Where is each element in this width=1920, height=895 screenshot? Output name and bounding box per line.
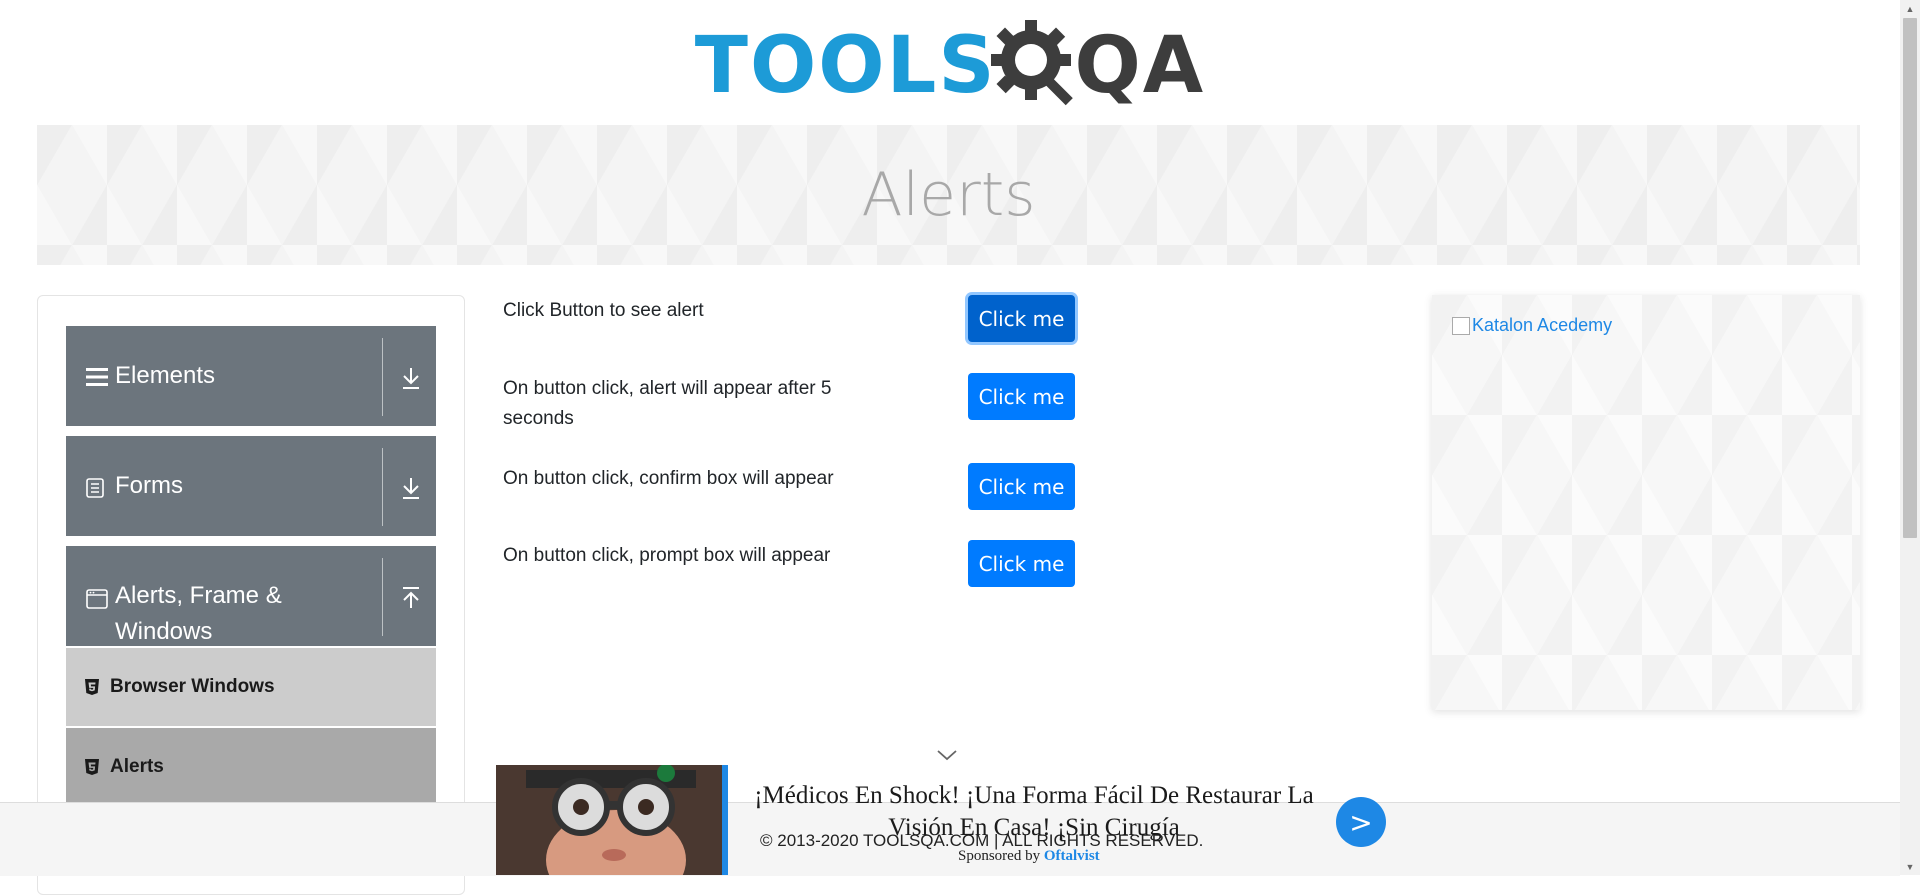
prompt-row: On button click, prompt box will appear [503,541,883,571]
download-arrow-icon[interactable] [397,364,425,392]
alert-description: On button click, confirm box will appear [503,468,834,489]
divider [382,448,383,526]
sidebar-item-label: Alerts [110,756,164,777]
logo-qa-text: QA [1074,20,1206,111]
html5-icon [85,679,99,695]
hamburger-icon [86,368,108,386]
divider [382,338,383,416]
scroll-down-arrow-icon[interactable]: ▼ [1900,858,1920,875]
header: TOOLS QA [0,0,1900,125]
sponsored-by-label: Sponsored by [958,848,1041,864]
alert-description: On button click, prompt box will appear [503,545,831,566]
window-icon [86,589,108,609]
alert-description: On button click, alert will appear after… [503,378,832,429]
timer-alert-button[interactable]: Click me [968,373,1075,420]
sponsor-headline[interactable]: ¡Médicos En Shock! ¡Una Forma Fácil De R… [744,780,1324,844]
sidebar-group-forms[interactable]: Forms [66,436,436,536]
sidebar-item-browser-windows[interactable]: Browser Windows [66,648,436,726]
sponsor-image[interactable] [496,765,722,875]
alert-button[interactable]: Click me [968,295,1075,342]
scroll-up-arrow-icon[interactable]: ▲ [1900,0,1920,17]
prompt-button[interactable]: Click me [968,540,1075,587]
sponsor-byline: Sponsored by Oftalvist [958,848,1100,865]
broken-image-icon [1452,316,1470,335]
page-banner: Alerts [37,125,1860,265]
scrollbar-thumb[interactable] [1903,18,1917,538]
sidebar-item-label: Browser Windows [110,676,275,697]
divider [382,558,383,636]
katalon-academy-ad-link[interactable]: Katalon Acedemy [1452,315,1612,336]
sidebar-group-alerts-frame-windows[interactable]: Alerts, Frame & Windows [66,546,436,646]
ad-alt-text: Katalon Acedemy [1472,315,1613,335]
sidebar-item-alerts[interactable]: Alerts [66,728,436,806]
sponsor-accent-strip [722,765,728,875]
upload-arrow-icon[interactable] [397,584,425,612]
eye-exam-illustration [496,765,722,875]
sponsor-brand-link[interactable]: Oftalvist [1044,848,1100,864]
sponsor-next-button[interactable]: > [1336,797,1386,847]
sponsored-ad[interactable]: ¡Médicos En Shock! ¡Una Forma Fácil De R… [496,765,1392,875]
sidebar-group-label: Forms [115,472,183,499]
alert-row: Click Button to see alert [503,296,883,326]
chevron-down-icon[interactable] [936,748,958,762]
download-arrow-icon[interactable] [397,474,425,502]
confirm-button[interactable]: Click me [968,463,1075,510]
toolsqa-logo[interactable]: TOOLS QA [695,18,1205,113]
html5-icon [85,759,99,775]
sidebar-group-label-line1: Alerts, Frame & [115,582,282,609]
logo-tools-text: TOOLS [694,20,997,111]
gear-magnifier-icon [990,20,1073,106]
document-icon [86,478,104,498]
timer-alert-row: On button click, alert will appear after… [503,374,883,434]
ad-panel: Katalon Acedemy [1432,295,1860,710]
vertical-scrollbar[interactable]: ▲ ▼ [1900,0,1920,875]
sidebar-group-label: Elements [115,362,216,389]
sidebar-group-elements[interactable]: Elements [66,326,436,426]
sidebar-group-label-line2: Windows [115,618,213,645]
alert-description: Click Button to see alert [503,300,704,321]
confirm-row: On button click, confirm box will appear [503,464,883,494]
page-title: Alerts [861,160,1036,230]
